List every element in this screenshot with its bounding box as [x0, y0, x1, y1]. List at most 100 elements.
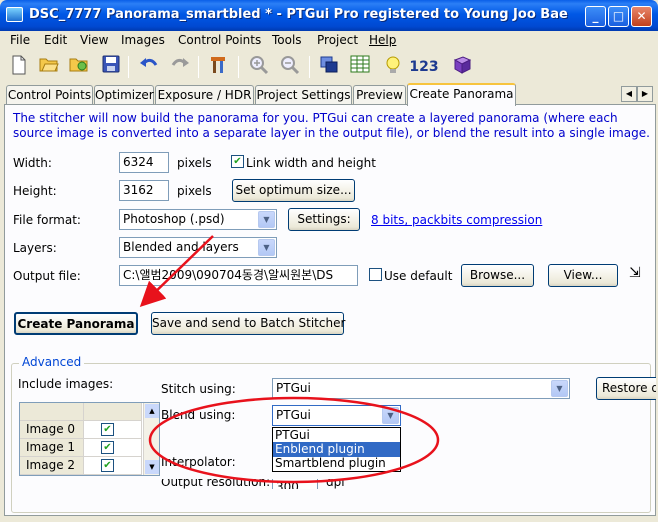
blend-option-ptgui[interactable]: PTGui [273, 428, 400, 443]
output-file-field[interactable]: C:\앨범2009\090704동경\알씨원본\DS [119, 265, 358, 286]
restore-defaults-button[interactable]: Restore d [596, 377, 656, 400]
layers-label: Layers: [13, 241, 57, 255]
menu-view[interactable]: View [80, 33, 108, 47]
file-format-select[interactable]: Photoshop (.psd) ▼ [119, 209, 277, 230]
use-default-label: Use default [384, 269, 453, 283]
tab-create-panorama[interactable]: Create Panorama [407, 83, 516, 106]
cursor-icon: ⇲ [629, 265, 641, 281]
redo-icon[interactable] [168, 55, 192, 79]
blend-using-value: PTGui [276, 408, 311, 422]
blend-using-dropdown[interactable]: PTGui Enblend plugin Smartblend plugin [272, 427, 401, 472]
app-icon [6, 7, 23, 22]
menu-edit[interactable]: Edit [44, 33, 67, 47]
menu-file[interactable]: File [10, 33, 30, 47]
spreadsheet-icon[interactable] [348, 55, 372, 79]
menu-help[interactable]: Help [369, 33, 396, 47]
image-name: Image 2 [20, 457, 84, 475]
output-resolution-label: Output resolution: [161, 479, 271, 489]
menu-bar: File Edit View Images Control Points Too… [0, 31, 658, 51]
create-panorama-panel: The stitcher will now build the panorama… [4, 104, 656, 516]
layers-select[interactable]: Blended and layers ▼ [119, 237, 277, 258]
intro-text: The stitcher will now build the panorama… [13, 111, 650, 140]
height-field[interactable]: 3162 [119, 180, 169, 201]
table-row[interactable]: Image 2 ✔ [20, 457, 159, 475]
new-document-icon[interactable] [7, 55, 31, 79]
chevron-down-icon[interactable]: ▼ [258, 239, 275, 256]
link-width-height-checkbox[interactable]: ✔ [231, 155, 244, 168]
output-resolution-field[interactable]: 300 [272, 479, 318, 489]
include-images-label: Include images: [18, 377, 114, 391]
interpolator-label: Interpolator: [161, 455, 236, 469]
minimize-icon[interactable]: _ [585, 6, 606, 27]
numbers-icon[interactable]: 123 [408, 55, 440, 79]
browse-button[interactable]: Browse... [461, 264, 534, 287]
tab-project-settings[interactable]: Project Settings [255, 85, 352, 105]
open-folder-icon[interactable] [37, 55, 61, 79]
chevron-down-icon[interactable]: ▼ [382, 407, 399, 424]
tools-icon[interactable] [206, 55, 230, 79]
stitch-using-value: PTGui [276, 381, 311, 395]
menu-control-points[interactable]: Control Points [178, 33, 261, 47]
table-row[interactable]: Image 1 ✔ [20, 439, 159, 457]
scroll-down-icon[interactable]: ▼ [145, 460, 159, 474]
scroll-up-icon[interactable]: ▲ [145, 404, 159, 418]
include-checkbox[interactable]: ✔ [101, 441, 114, 454]
blend-using-select[interactable]: PTGui ▼ [272, 405, 401, 426]
tab-preview[interactable]: Preview [353, 85, 406, 105]
tab-exposure-hdr[interactable]: Exposure / HDR [155, 85, 254, 105]
include-cell[interactable]: ✔ [84, 439, 142, 457]
window-title: DSC_7777 Panorama_smartbled * - PTGui Pr… [29, 7, 568, 22]
create-panorama-button[interactable]: Create Panorama [14, 312, 138, 335]
menu-project[interactable]: Project [317, 33, 358, 47]
menu-tools[interactable]: Tools [272, 33, 302, 47]
tab-scroll-left-icon[interactable]: ◀ [621, 86, 637, 102]
book-icon[interactable] [450, 55, 474, 79]
chevron-down-icon[interactable]: ▼ [551, 380, 568, 397]
output-resolution-unit: dpi [326, 479, 345, 489]
table-header-cell [20, 403, 84, 421]
tab-strip: Control Points Optimizer Exposure / HDR … [0, 83, 658, 106]
width-unit: pixels [177, 156, 212, 170]
toolbar: 123 [0, 51, 658, 83]
chevron-down-icon[interactable]: ▼ [258, 211, 275, 228]
tab-optimizer[interactable]: Optimizer [94, 85, 154, 105]
compression-link[interactable]: 8 bits, packbits compression [371, 213, 542, 227]
include-checkbox[interactable]: ✔ [101, 423, 114, 436]
set-optimum-size-button[interactable]: Set optimum size... [232, 179, 355, 202]
open-images-icon[interactable] [67, 55, 91, 79]
file-format-value: Photoshop (.psd) [123, 212, 225, 226]
width-field[interactable]: 6324 [119, 152, 169, 173]
use-default-checkbox[interactable] [369, 268, 382, 281]
maximize-icon[interactable]: □ [608, 6, 629, 27]
panorama-editor-icon[interactable] [317, 55, 341, 79]
include-cell[interactable]: ✔ [84, 457, 142, 475]
blend-using-label: Blend using: [161, 408, 236, 422]
settings-button[interactable]: Settings: [288, 208, 360, 231]
include-images-table[interactable]: Image 0 ✔ Image 1 ✔ Image 2 ✔ ▲ ▼ [19, 402, 160, 476]
output-resolution-row: Output resolution: 300 dpi [145, 479, 645, 489]
include-cell[interactable]: ✔ [84, 421, 142, 439]
undo-icon[interactable] [137, 55, 161, 79]
image-name: Image 0 [20, 421, 84, 439]
menu-images[interactable]: Images [121, 33, 165, 47]
stitch-using-select[interactable]: PTGui ▼ [272, 378, 570, 399]
view-button[interactable]: View... [548, 264, 618, 287]
height-unit: pixels [177, 184, 212, 198]
table-header [20, 403, 159, 421]
stitch-using-label: Stitch using: [161, 382, 236, 396]
close-icon[interactable]: ✕ [631, 6, 652, 27]
zoom-in-icon[interactable] [247, 55, 271, 79]
blend-option-enblend[interactable]: Enblend plugin [273, 442, 400, 457]
file-format-label: File format: [13, 213, 81, 227]
lightbulb-icon[interactable] [381, 55, 405, 79]
zoom-out-icon[interactable] [278, 55, 302, 79]
save-icon[interactable] [99, 55, 123, 79]
batch-stitcher-button[interactable]: Save and send to Batch Stitcher [151, 312, 345, 335]
advanced-group-title: Advanced [19, 355, 85, 369]
include-checkbox[interactable]: ✔ [101, 459, 114, 472]
table-scrollbar[interactable]: ▲ ▼ [143, 403, 159, 475]
tab-control-points[interactable]: Control Points [6, 85, 93, 105]
blend-option-smartblend[interactable]: Smartblend plugin [273, 456, 400, 471]
tab-scroll-right-icon[interactable]: ▶ [637, 86, 653, 102]
table-row[interactable]: Image 0 ✔ [20, 421, 159, 439]
